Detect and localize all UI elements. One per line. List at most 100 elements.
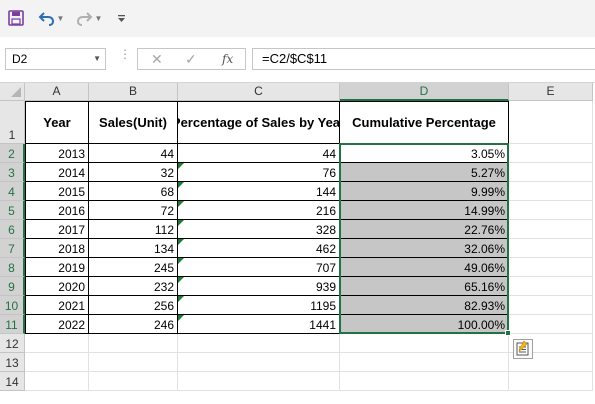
customize-toolbar-button[interactable] [114, 8, 128, 28]
cell-b13[interactable] [89, 353, 178, 372]
row-header-2[interactable]: 2 [0, 144, 25, 163]
cell-d4[interactable]: 9.99% [340, 182, 509, 201]
cell-b10[interactable]: 256 [89, 296, 178, 315]
cell-c7[interactable]: 462 [178, 239, 340, 258]
cell-c6[interactable]: 328 [178, 220, 340, 239]
cell-d8[interactable]: 49.06% [340, 258, 509, 277]
cell-a6[interactable]: 2017 [25, 220, 89, 239]
row-header-14[interactable]: 14 [0, 372, 25, 391]
column-header-b[interactable]: B [89, 83, 178, 101]
name-box[interactable]: D2 ▼ [5, 48, 106, 70]
cell-c3[interactable]: 76 [178, 163, 340, 182]
cell-d14[interactable] [340, 372, 509, 391]
row-header-11[interactable]: 11 [0, 315, 25, 334]
header-cell-pct-by-year[interactable]: Percentage of Sales by Year [178, 101, 340, 144]
cell-a14[interactable] [25, 372, 89, 391]
cell-e11[interactable] [509, 315, 593, 334]
cancel-icon[interactable]: ✕ [151, 51, 163, 68]
cell-d7[interactable]: 32.06% [340, 239, 509, 258]
error-indicator-icon[interactable] [178, 201, 184, 207]
cell-e10[interactable] [509, 296, 593, 315]
row-header-8[interactable]: 8 [0, 258, 25, 277]
cell-b4[interactable]: 68 [89, 182, 178, 201]
column-header-c[interactable]: C [178, 83, 340, 101]
cell-d5[interactable]: 14.99% [340, 201, 509, 220]
cell-d3[interactable]: 5.27% [340, 163, 509, 182]
row-header-4[interactable]: 4 [0, 182, 25, 201]
row-header-12[interactable]: 12 [0, 334, 25, 353]
cell-c4[interactable]: 144 [178, 182, 340, 201]
cell-c10[interactable]: 1195 [178, 296, 340, 315]
column-header-e[interactable]: E [509, 83, 593, 101]
error-indicator-icon[interactable] [178, 258, 184, 264]
formula-input[interactable]: =C2/$C$11 [252, 48, 595, 70]
cell-a11[interactable]: 2022 [25, 315, 89, 334]
header-cell-cumulative[interactable]: Cumulative Percentage [340, 101, 509, 144]
cell-b5[interactable]: 72 [89, 201, 178, 220]
cell-e2[interactable] [509, 144, 593, 163]
cell-a5[interactable]: 2016 [25, 201, 89, 220]
cell-a9[interactable]: 2020 [25, 277, 89, 296]
cell-a4[interactable]: 2015 [25, 182, 89, 201]
cell-e14[interactable] [509, 372, 593, 391]
cell-b11[interactable]: 246 [89, 315, 178, 334]
column-header-a[interactable]: A [25, 83, 89, 101]
cell-c2[interactable]: 44 [178, 144, 340, 163]
error-indicator-icon[interactable] [178, 239, 184, 245]
cell-b9[interactable]: 232 [89, 277, 178, 296]
error-indicator-icon[interactable] [178, 220, 184, 226]
cell-d6[interactable]: 22.76% [340, 220, 509, 239]
redo-button[interactable]: ▼ [74, 8, 104, 28]
cell-a10[interactable]: 2021 [25, 296, 89, 315]
undo-button[interactable]: ▼ [36, 8, 66, 28]
error-indicator-icon[interactable] [178, 277, 184, 283]
cell-d13[interactable] [340, 353, 509, 372]
error-indicator-icon[interactable] [178, 296, 184, 302]
cell-c14[interactable] [178, 372, 340, 391]
cell-d11[interactable]: 100.00% [340, 315, 509, 334]
cell-b12[interactable] [89, 334, 178, 353]
cell-e6[interactable] [509, 220, 593, 239]
cell-b14[interactable] [89, 372, 178, 391]
save-button[interactable] [6, 8, 26, 28]
error-indicator-icon[interactable] [178, 315, 184, 321]
quick-analysis-button[interactable] [513, 339, 533, 359]
cell-e1[interactable] [509, 101, 593, 144]
cell-b8[interactable]: 245 [89, 258, 178, 277]
cell-b7[interactable]: 134 [89, 239, 178, 258]
cell-d2[interactable]: 3.05% [340, 144, 509, 163]
cell-c11[interactable]: 1441 [178, 315, 340, 334]
row-header-5[interactable]: 5 [0, 201, 25, 220]
row-header-13[interactable]: 13 [0, 353, 25, 372]
cell-a3[interactable]: 2014 [25, 163, 89, 182]
header-cell-sales[interactable]: Sales(Unit) [89, 101, 178, 144]
cell-b6[interactable]: 112 [89, 220, 178, 239]
splitter-handle[interactable]: ⋮ [119, 48, 131, 60]
cell-d12[interactable] [340, 334, 509, 353]
cell-e5[interactable] [509, 201, 593, 220]
cell-e7[interactable] [509, 239, 593, 258]
column-header-d[interactable]: D [340, 83, 509, 101]
insert-function-button[interactable]: fx [222, 52, 233, 66]
enter-icon[interactable]: ✓ [185, 51, 197, 68]
cell-c13[interactable] [178, 353, 340, 372]
cell-d9[interactable]: 65.16% [340, 277, 509, 296]
cell-c12[interactable] [178, 334, 340, 353]
row-header-6[interactable]: 6 [0, 220, 25, 239]
cell-b3[interactable]: 32 [89, 163, 178, 182]
error-indicator-icon[interactable] [178, 163, 184, 169]
error-indicator-icon[interactable] [178, 182, 184, 188]
cell-a12[interactable] [25, 334, 89, 353]
cell-c5[interactable]: 216 [178, 201, 340, 220]
row-header-7[interactable]: 7 [0, 239, 25, 258]
cell-a8[interactable]: 2019 [25, 258, 89, 277]
cell-a13[interactable] [25, 353, 89, 372]
cell-a7[interactable]: 2018 [25, 239, 89, 258]
fill-handle[interactable] [505, 330, 511, 336]
cell-a2[interactable]: 2013 [25, 144, 89, 163]
row-header-10[interactable]: 10 [0, 296, 25, 315]
chevron-down-icon[interactable]: ▼ [93, 49, 101, 69]
row-header-1[interactable]: 1 [0, 101, 25, 144]
cell-e8[interactable] [509, 258, 593, 277]
cell-c8[interactable]: 707 [178, 258, 340, 277]
